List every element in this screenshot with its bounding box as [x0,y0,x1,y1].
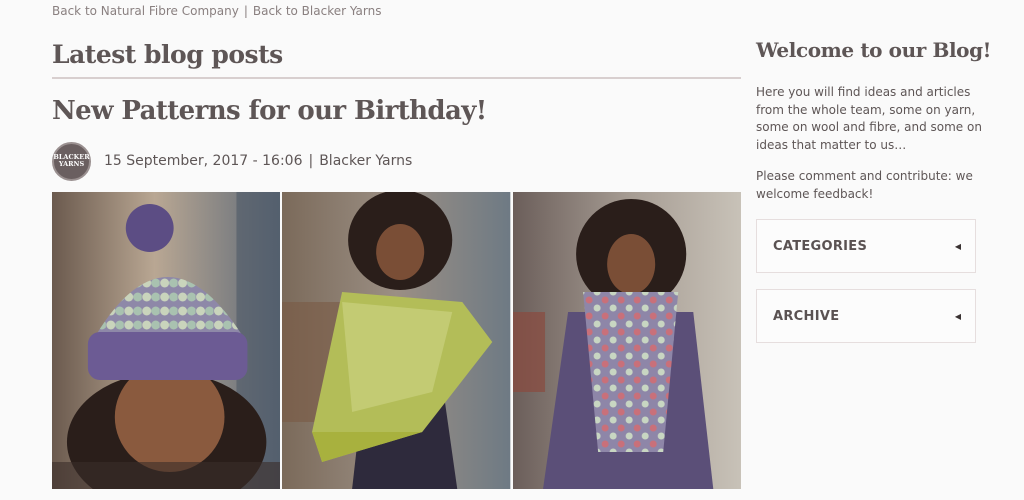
caret-left-icon: ◀ [954,241,961,251]
post-hero-image[interactable] [52,192,741,489]
nav-separator: | [243,4,248,18]
sidebar-title: Welcome to our Blog! [756,38,992,62]
categories-toggle[interactable]: CATEGORIES ◀ [756,219,976,273]
author-avatar[interactable]: BLACKER YARNS [52,141,91,181]
categories-label: CATEGORIES [773,238,868,254]
hat-photo [52,192,281,489]
top-nav: Back to Natural Fibre Company | Back to Bl… [52,4,381,18]
post-title-link[interactable]: New Patterns for our Birthday! [52,96,487,126]
shawl-photo [282,192,511,489]
archive-label: ARCHIVE [773,308,840,324]
section-divider [52,77,741,79]
post-meta-text: 15 September, 2017 - 16:06 | Blacker Yarns [104,153,412,169]
section-title: Latest blog posts [52,40,283,69]
archive-toggle[interactable]: ARCHIVE ◀ [756,289,976,343]
back-to-blacker-yarns-link[interactable]: Back to Blacker Yarns [253,4,382,18]
avatar-text-line2: YARNS [58,160,85,168]
sidebar-intro-text: Here you will find ideas and articles fr… [756,85,982,152]
post-meta: BLACKER YARNS 15 September, 2017 - 16:06… [52,141,412,181]
back-to-natural-fibre-link[interactable]: Back to Natural Fibre Company [52,4,239,18]
meta-separator: | [308,153,314,169]
post-author-link[interactable]: Blacker Yarns [319,153,412,169]
cowl-photo [512,192,741,489]
post-date: 15 September, 2017 - 16:06 [104,153,303,169]
sidebar-feedback-text: Please comment and contribute: we welcom… [756,169,973,201]
caret-left-icon: ◀ [954,311,961,321]
